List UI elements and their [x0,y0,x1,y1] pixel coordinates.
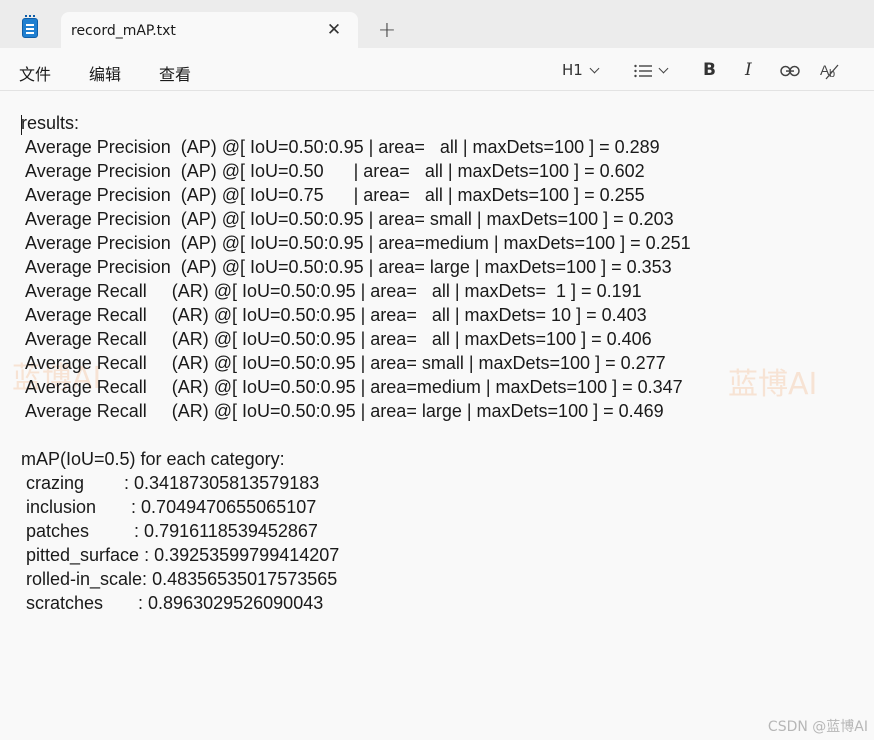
text-editor[interactable]: 蓝博AI 蓝博AI results: Average Precision (AP… [0,91,874,740]
new-tab-button[interactable]: + [376,20,398,42]
text-line: scratches : 0.8963029526090043 [21,593,324,613]
heading-label: H1 [562,61,583,79]
menu-edit[interactable]: 编辑 [89,61,121,85]
text-line: Average Recall (AR) @[ IoU=0.50:0.95 | a… [21,305,647,325]
text-line: Average Precision (AP) @[ IoU=0.50 | are… [21,161,645,181]
text-line: mAP(IoU=0.5) for each category: [21,449,285,469]
text-line: Average Recall (AR) @[ IoU=0.50:0.95 | a… [21,281,642,301]
menu-bar: 文件 编辑 查看 H1 B I A b [0,48,874,91]
tab-record-map[interactable]: record_mAP.txt ✕ [61,12,358,49]
text-line: Average Precision (AP) @[ IoU=0.75 | are… [21,185,645,205]
text-line: Average Precision (AP) @[ IoU=0.50:0.95 … [21,209,674,229]
text-line: Average Precision (AP) @[ IoU=0.50:0.95 … [21,137,660,157]
text-line: patches : 0.7916118539452867 [21,521,318,541]
watermark-right: 蓝博AI [728,367,818,402]
text-line: results: [21,113,80,133]
text-line: Average Precision (AP) @[ IoU=0.50:0.95 … [21,257,672,277]
list-icon [634,64,652,77]
text-line: crazing : 0.34187305813579183 [21,473,320,493]
menu-view[interactable]: 查看 [159,61,191,85]
italic-button[interactable]: I [745,59,752,81]
text-line: Average Recall (AR) @[ IoU=0.50:0.95 | a… [21,329,652,349]
text-line: Average Recall (AR) @[ IoU=0.50:0.95 | a… [21,377,683,397]
csdn-watermark: CSDN @蓝博AI [767,719,868,735]
menu-file[interactable]: 文件 [19,61,51,85]
clear-format-icon: A b [820,62,839,80]
text-line: pitted_surface : 0.39253599799414207 [21,545,340,565]
text-caret [21,115,22,135]
title-bar: record_mAP.txt ✕ + [0,0,874,49]
clear-format-button[interactable]: A b [820,59,840,81]
link-button[interactable] [780,59,800,81]
link-icon [780,65,800,76]
bold-button[interactable]: B [703,59,716,81]
text-line: Average Recall (AR) @[ IoU=0.50:0.95 | a… [21,353,666,373]
heading-dropdown[interactable]: H1 [562,59,600,81]
text-line: Average Recall (AR) @[ IoU=0.50:0.95 | a… [21,401,664,421]
text-line: inclusion : 0.7049470655065107 [21,497,317,517]
chevron-down-icon [658,63,669,74]
close-icon[interactable]: ✕ [324,20,344,40]
list-dropdown[interactable] [634,59,669,81]
notepad-app-icon [22,15,38,38]
tab-title: record_mAP.txt [71,23,176,39]
chevron-down-icon [589,63,600,74]
text-line: Average Precision (AP) @[ IoU=0.50:0.95 … [21,233,691,253]
text-line: rolled-in_scale: 0.48356535017573565 [21,569,338,589]
